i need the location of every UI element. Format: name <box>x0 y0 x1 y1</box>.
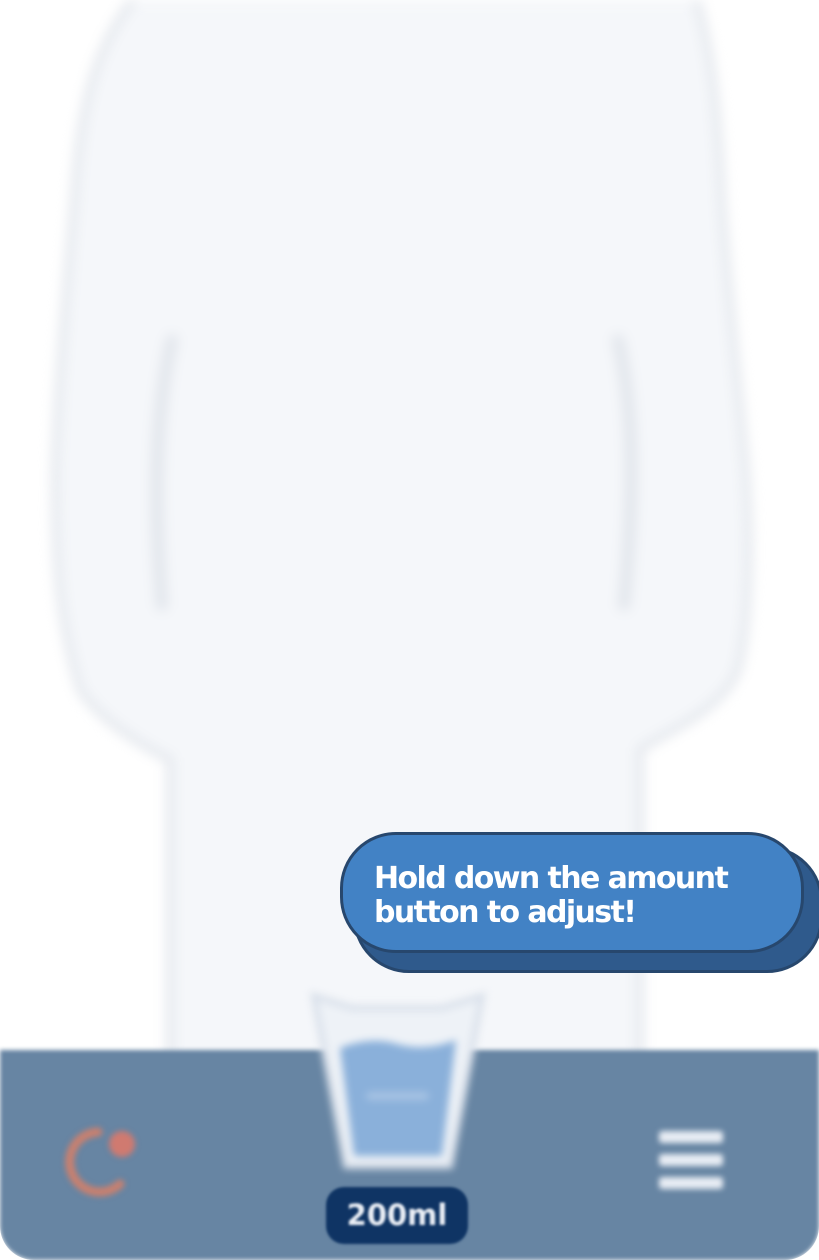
water-glass-icon <box>310 991 486 1169</box>
reset-button[interactable] <box>58 1122 148 1202</box>
hint-tooltip: Hold down the amount button to adjust! <box>340 832 804 953</box>
amount-button[interactable]: 200ml <box>326 1187 468 1244</box>
app-screen: 200ml Hold down the amount button to adj… <box>0 0 819 1260</box>
menu-button[interactable] <box>655 1125 730 1195</box>
tooltip-line-2: button to adjust! <box>374 895 637 930</box>
add-water-button[interactable] <box>300 978 495 1183</box>
refresh-icon <box>65 1127 135 1197</box>
tooltip-line-1: Hold down the amount <box>374 861 729 896</box>
